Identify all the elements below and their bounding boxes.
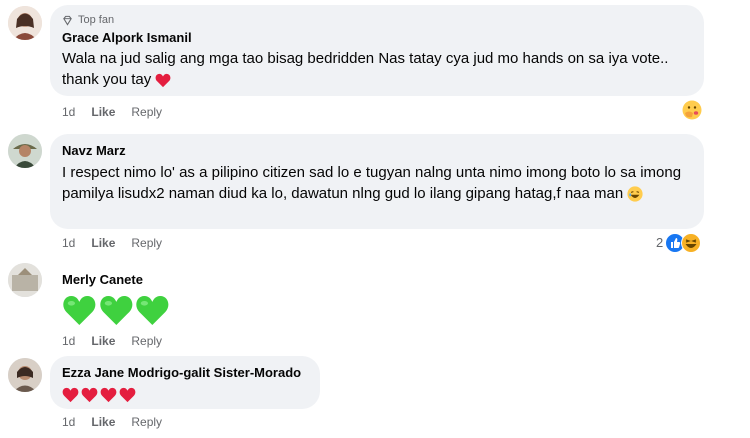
green-heart-icon [136, 296, 169, 325]
avatar[interactable] [8, 6, 42, 40]
avatar[interactable] [8, 134, 42, 168]
reply-button[interactable]: Reply [131, 334, 162, 348]
red-heart-icon [81, 387, 98, 403]
comment-text-body: I respect nimo lo' as a pilipino citizen… [62, 164, 682, 202]
like-button[interactable]: Like [91, 236, 115, 250]
comment-text-body: Wala na jud salig ang mga tao bisag bedr… [62, 50, 669, 88]
comment-bubble: Ezza Jane Modrigo-galit Sister-Morado [50, 356, 320, 409]
reply-button[interactable]: Reply [131, 415, 162, 429]
emoji-row [62, 387, 308, 403]
reply-button[interactable]: Reply [131, 236, 162, 250]
comment-bubble: Navz Marz I respect nimo lo' as a pilipi… [50, 134, 704, 229]
red-heart-icon [156, 73, 171, 87]
red-heart-icon [62, 387, 79, 403]
avatar[interactable] [8, 263, 42, 297]
reaction-count[interactable]: 2 [656, 235, 663, 250]
comment-bubble: Merly Canete [50, 263, 182, 329]
comment-author[interactable]: Merly Canete [62, 271, 170, 288]
red-heart-icon [119, 387, 136, 403]
reply-button[interactable]: Reply [131, 105, 162, 119]
green-heart-icon [63, 296, 96, 325]
laughing-emoji-icon [627, 186, 643, 202]
hand-over-mouth-emoji-icon[interactable] [682, 100, 702, 120]
comment-actions: 1d Like Reply [62, 334, 162, 348]
comment-time[interactable]: 1d [62, 415, 75, 429]
comment-bubble: Top fan Grace Alpork Ismanil Wala na jud… [50, 5, 704, 96]
haha-reaction-icon[interactable] [681, 233, 701, 253]
badge-label: Top fan [78, 14, 115, 26]
emoji-row [62, 294, 170, 327]
comment-author[interactable]: Ezza Jane Modrigo-galit Sister-Morado [62, 364, 308, 381]
avatar[interactable] [8, 358, 42, 392]
comment-author[interactable]: Grace Alpork Ismanil [62, 29, 692, 46]
comment-actions: 1d Like Reply [62, 105, 162, 119]
top-fan-badge: Top fan [62, 13, 692, 27]
diamond-icon [63, 15, 72, 26]
like-button[interactable]: Like [91, 415, 115, 429]
like-button[interactable]: Like [91, 334, 115, 348]
comment-actions: 1d Like Reply [62, 415, 162, 429]
comment-author[interactable]: Navz Marz [62, 142, 692, 159]
comment-time[interactable]: 1d [62, 105, 75, 119]
like-button[interactable]: Like [91, 105, 115, 119]
comment-actions: 1d Like Reply [62, 236, 162, 250]
comment-text: I respect nimo lo' as a pilipino citizen… [62, 162, 692, 204]
red-heart-icon [100, 387, 117, 403]
comment-text: Wala na jud salig ang mga tao bisag bedr… [62, 48, 692, 90]
comment-time[interactable]: 1d [62, 236, 75, 250]
green-heart-icon [99, 296, 133, 325]
comment-time[interactable]: 1d [62, 334, 75, 348]
